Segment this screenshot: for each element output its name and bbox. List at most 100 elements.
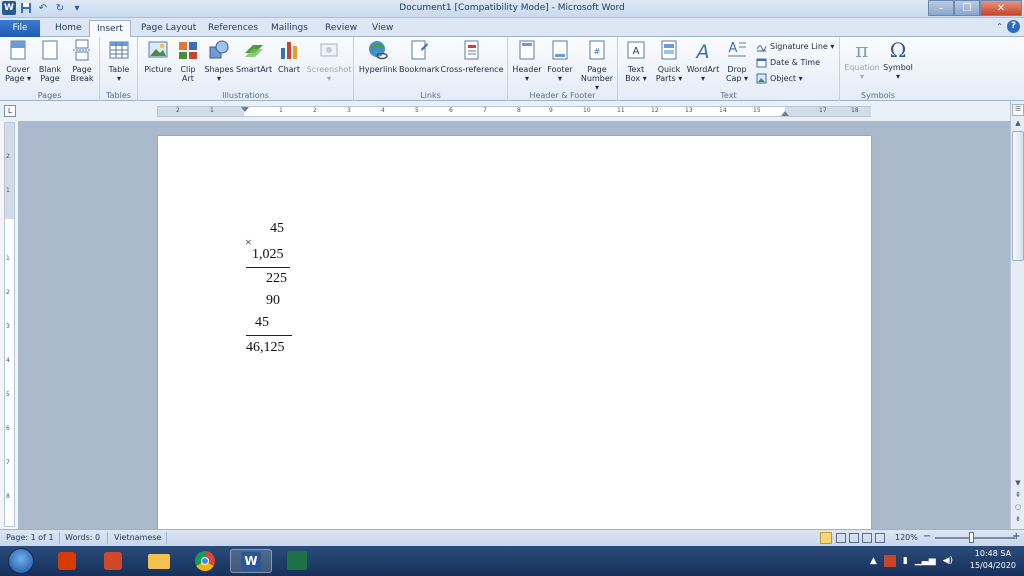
ruler-number: 3: [347, 107, 351, 114]
page-number-button[interactable]: # Page Number ▾: [578, 39, 616, 92]
svg-text:#: #: [594, 47, 601, 56]
close-icon[interactable]: ✕: [980, 0, 1022, 16]
zoom-in-icon[interactable]: +: [1012, 531, 1020, 542]
svg-text:A: A: [729, 41, 738, 56]
page-count[interactable]: Page: 1 of 1: [6, 533, 54, 542]
blank-page-icon: [42, 40, 58, 60]
footer-button[interactable]: Footer ▾: [544, 39, 576, 83]
right-indent-marker[interactable]: [781, 111, 789, 116]
hyperlink-icon: [369, 41, 388, 60]
print-layout-view-icon[interactable]: [820, 532, 832, 544]
restore-icon[interactable]: ❐: [954, 0, 980, 16]
left-indent-marker[interactable]: [241, 107, 249, 112]
language-indicator[interactable]: Vietnamese: [114, 533, 161, 542]
horizontal-ruler[interactable]: 2 1 1 2 3 4 5 6 7 8 9 10 11 12 13 14 15 …: [157, 106, 871, 117]
bookmark-button[interactable]: Bookmark: [399, 39, 440, 74]
svg-text:A: A: [695, 41, 710, 61]
ruler-number: 17: [819, 107, 827, 114]
zoom-out-icon[interactable]: −: [923, 531, 931, 542]
previous-page-icon[interactable]: ⇞: [1012, 491, 1024, 503]
shapes-button[interactable]: Shapes ▾: [204, 39, 234, 83]
vertical-ruler[interactable]: 2 1 1 2 3 4 5 6 7 8: [4, 122, 15, 527]
document-page[interactable]: 45 × 1,025 225 90 45 46,125: [158, 136, 871, 529]
ruler-number: 1: [279, 107, 283, 114]
outline-view-icon[interactable]: [862, 533, 872, 543]
web-layout-view-icon[interactable]: [849, 533, 859, 543]
show-hidden-icons[interactable]: ▲: [870, 556, 877, 566]
tab-review[interactable]: Review: [318, 20, 364, 37]
symbol-button[interactable]: Ω Symbol ▾: [882, 39, 914, 81]
blank-page-button[interactable]: Blank Page: [35, 39, 65, 83]
picture-button[interactable]: Picture: [141, 39, 175, 74]
quick-parts-icon: [661, 40, 677, 60]
taskbar: W ▲ ▮ ▁▃▅ ◀) 10:48 SA 15/04/2020: [0, 546, 1024, 576]
tab-selector[interactable]: L: [4, 105, 16, 117]
scroll-up-icon[interactable]: ▲: [1012, 119, 1024, 131]
zoom-level[interactable]: 120%: [895, 533, 918, 542]
text-box-button[interactable]: A Text Box ▾: [621, 39, 651, 83]
ruler-toggle-icon[interactable]: ☰: [1012, 104, 1024, 116]
quick-parts-button[interactable]: Quick Parts ▾: [653, 39, 685, 83]
tab-mailings[interactable]: Mailings: [264, 20, 315, 37]
clip-art-icon: [179, 42, 197, 59]
product-result: 46,125: [246, 340, 285, 355]
next-page-icon[interactable]: ⇟: [1012, 515, 1024, 527]
cross-reference-button[interactable]: Cross-reference: [440, 39, 504, 74]
help-icon[interactable]: ?: [1007, 20, 1020, 33]
drop-cap-button[interactable]: A Drop Cap ▾: [722, 39, 752, 83]
object-button[interactable]: Object ▾: [756, 73, 803, 84]
date-time-button[interactable]: Date & Time: [756, 57, 820, 68]
status-separator: [166, 532, 167, 544]
draft-view-icon[interactable]: [875, 533, 885, 543]
network-icon[interactable]: ▁▃▅: [915, 556, 936, 566]
ruler-number: 14: [719, 107, 727, 114]
taskbar-powerpoint-icon[interactable]: [92, 549, 134, 573]
tab-home[interactable]: Home: [48, 20, 89, 37]
tab-file[interactable]: File: [0, 20, 40, 37]
taskbar-folder-icon[interactable]: [138, 549, 180, 573]
ruler-number: 1: [210, 107, 214, 114]
tab-insert[interactable]: Insert: [89, 20, 131, 37]
browse-object-icon[interactable]: ○: [1012, 503, 1024, 515]
volume-icon[interactable]: ◀): [943, 556, 953, 566]
omega-icon: Ω: [889, 38, 907, 62]
signature-line-icon: [756, 45, 767, 52]
battery-icon[interactable]: ▮: [903, 556, 908, 566]
tab-references[interactable]: References: [201, 20, 265, 37]
page-break-button[interactable]: Page Break: [67, 39, 97, 83]
scroll-down-icon[interactable]: ▼: [1012, 479, 1024, 491]
tab-page-layout[interactable]: Page Layout: [134, 20, 203, 37]
table-button[interactable]: Table ▾: [104, 39, 134, 83]
svg-text:A: A: [633, 46, 640, 57]
tab-view[interactable]: View: [365, 20, 400, 37]
signature-line-button[interactable]: Signature Line ▾: [756, 41, 834, 52]
smartart-button[interactable]: SmartArt: [236, 39, 272, 74]
vertical-scrollbar[interactable]: ☰ ▲ ▼ ⇞ ○ ⇟: [1010, 101, 1024, 529]
word-count[interactable]: Words: 0: [65, 533, 100, 542]
ribbon: Cover Page ▾ Blank Page Page Break Pages…: [0, 37, 1024, 101]
taskbar-office-icon[interactable]: [46, 549, 88, 573]
clock[interactable]: 10:48 SA 15/04/2020: [970, 548, 1016, 572]
header-button[interactable]: Header ▾: [511, 39, 543, 83]
calendar-icon: [756, 58, 767, 68]
cover-page-button[interactable]: Cover Page ▾: [3, 39, 33, 83]
taskbar-word-icon[interactable]: W: [230, 549, 272, 573]
wordart-button[interactable]: A WordArt ▾: [685, 39, 721, 83]
scroll-thumb[interactable]: [1012, 131, 1024, 261]
clip-art-button[interactable]: Clip Art: [176, 39, 200, 83]
full-screen-view-icon[interactable]: [836, 533, 846, 543]
taskbar-excel-icon[interactable]: [276, 549, 318, 573]
taskbar-chrome-icon[interactable]: [184, 549, 226, 573]
screenshot-button[interactable]: Screenshot ▾: [306, 39, 352, 83]
zoom-slider-thumb[interactable]: [969, 532, 974, 543]
minimize-ribbon-icon[interactable]: ⌃: [996, 22, 1003, 31]
chart-button[interactable]: Chart: [275, 39, 303, 74]
hyperlink-button[interactable]: Hyperlink: [357, 39, 399, 74]
group-pages: Cover Page ▾ Blank Page Page Break Pages: [0, 37, 100, 101]
start-button[interactable]: [8, 548, 34, 574]
chart-icon: [281, 42, 297, 59]
antivirus-tray-icon[interactable]: [883, 555, 896, 567]
minimize-icon[interactable]: –: [928, 0, 954, 16]
equation-button[interactable]: π Equation ▾: [842, 39, 882, 81]
zoom-slider[interactable]: [935, 537, 1015, 539]
